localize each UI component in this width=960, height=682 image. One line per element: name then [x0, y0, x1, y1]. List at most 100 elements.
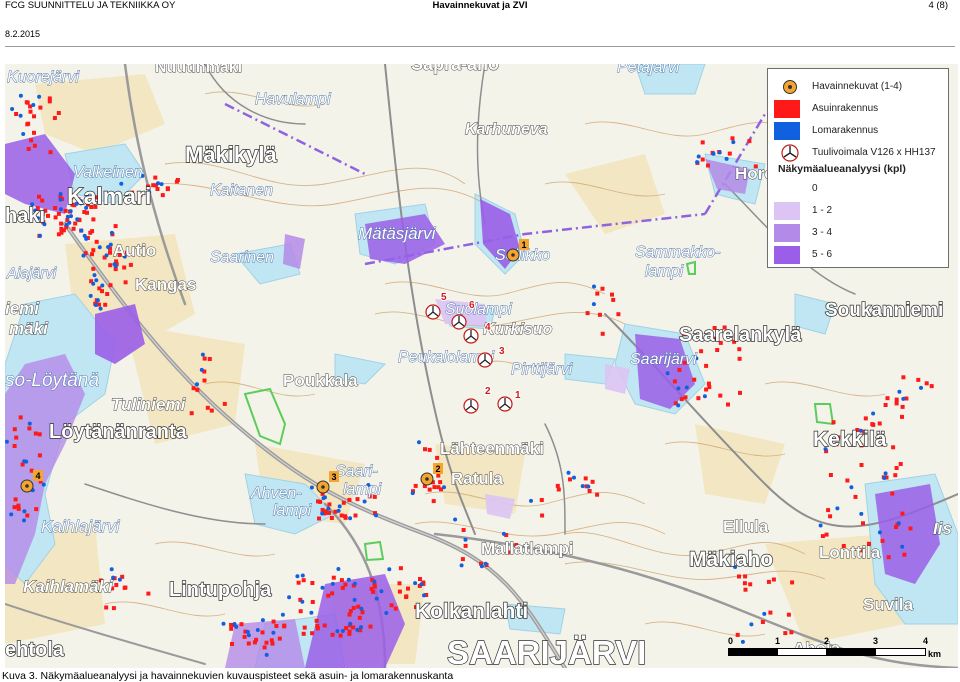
asuinrakennus-point [347, 629, 352, 634]
asuinrakennus-point [595, 492, 600, 497]
legend-label-turbine: Tuulivoimala V126 x HH137 [812, 147, 936, 158]
lomarakennus-point [459, 563, 464, 568]
asuinrakennus-point [341, 500, 346, 505]
asuinrakennus-point [894, 401, 899, 406]
asuinrakennus-point [894, 466, 899, 470]
lomarakennus-point [221, 621, 226, 626]
asuinrakennus-point [56, 211, 61, 216]
asuinrakennus-point [14, 112, 19, 116]
lomarakennus-point [320, 511, 325, 516]
asuinrakennus-point [301, 631, 306, 636]
legend-row-lomarakennus: Lomarakennus [768, 121, 950, 141]
asuinrakennus-point [726, 402, 730, 407]
asuinrakennus-point [924, 381, 929, 386]
asuinrakennus-point [274, 624, 279, 628]
label-kolkanlahti: Kolkanlahti [415, 600, 528, 623]
lomarakennus-point [413, 581, 418, 586]
lomarakennus-point [326, 506, 331, 511]
asuinrakennus-point [828, 473, 833, 477]
asuinrakennus-point [310, 600, 315, 604]
legend-class-1-2-label: 1 - 2 [812, 205, 833, 216]
asuinrakennus-point [298, 609, 303, 614]
asuinrakennus-point [783, 631, 788, 636]
lomarakennus-point [300, 573, 305, 578]
asuinrakennus-point [900, 404, 905, 409]
asuinrakennus-point [611, 297, 616, 302]
lomarakennus-point [117, 577, 122, 582]
asuinrakennus-point [343, 582, 348, 587]
asuinrakennus-point [271, 619, 276, 624]
label-valkeinen: Valkeinen [73, 164, 143, 181]
asuinrakennus-point [122, 265, 127, 270]
asuinrakennus-point [845, 478, 850, 483]
lomarakennus-point [442, 485, 446, 490]
legend-heading: Näkymäalueanalyysi (kpl) [778, 163, 906, 175]
lomarakennus-point [665, 371, 670, 376]
lomarakennus-point [711, 151, 716, 156]
asuinrakennus-point [90, 252, 94, 257]
lomarakennus-point [41, 482, 46, 487]
asuinrakennus-point [322, 623, 327, 628]
lomarakennus-point [417, 440, 421, 445]
asuinrakennus-point [432, 485, 437, 490]
asuinrakennus-point [568, 477, 572, 482]
label-poukkala: Poukkala [283, 371, 358, 390]
lomarakennus-point [696, 154, 701, 159]
asuinrakennus-point [59, 230, 64, 235]
asuinrakennus-point [595, 291, 600, 296]
asuinrakennus-point [853, 494, 858, 499]
asuinrakennus-point [53, 215, 58, 220]
asuinrakennus-point [766, 579, 771, 584]
lomarakennus-point [18, 113, 23, 118]
asuinrakennus-point [397, 589, 402, 594]
asuinrakennus-point [28, 109, 33, 114]
label-nuutinmaki: Nuutinmäki [155, 64, 242, 76]
scale-tick-4: 4 [923, 636, 929, 646]
asuinrakennus-point [339, 513, 344, 518]
asuinrakennus-point [357, 615, 362, 620]
asuinrakennus-point [743, 587, 748, 592]
asuinrakennus-point [209, 408, 214, 413]
lomarakennus-point [676, 386, 681, 391]
asuinrakennus-point [111, 606, 116, 611]
document-title: Havainnekuvat ja ZVI [432, 0, 528, 11]
asuinrakennus-point [16, 506, 21, 511]
blue-square-icon [774, 122, 800, 140]
lomarakennus-point [195, 382, 199, 387]
asuinrakennus-point [310, 581, 315, 585]
page-number: 4 (8) [928, 0, 948, 11]
legend-label-lomarakennus: Lomarakennus [812, 125, 879, 136]
class-5-6-swatch [774, 246, 800, 264]
lomarakennus-point [882, 476, 887, 480]
label-kaihlajarvi: Kaihlajärvi [41, 517, 121, 536]
asuinrakennus-point [600, 331, 605, 336]
lomarakennus-point [877, 530, 882, 535]
legend-row-viewpoint: Havainnekuvat (1-4) [768, 77, 950, 97]
asuinrakennus-point [123, 280, 128, 285]
asuinrakennus-point [360, 610, 365, 615]
asuinrakennus-point [330, 632, 335, 637]
asuinrakennus-point [556, 487, 561, 492]
asuinrakennus-point [435, 455, 440, 460]
asuinrakennus-point [12, 505, 17, 510]
lomarakennus-point [232, 622, 237, 626]
lomarakennus-point [372, 579, 377, 584]
scale-tick-0: 0 [728, 636, 734, 646]
asuinrakennus-point [301, 578, 306, 583]
asuinrakennus-point [790, 580, 795, 585]
label-pirttijarvi: Pirttijärvi [511, 361, 573, 378]
label-lonttila: Lonttila [819, 543, 881, 562]
viewpoint-number-4: 4 [36, 471, 41, 481]
lomarakennus-point [100, 283, 105, 288]
label-tuliniemi: Tuliniemi [111, 395, 187, 414]
asuinrakennus-point [826, 508, 831, 513]
lomarakennus-point [762, 611, 767, 616]
lomarakennus-point [199, 367, 204, 372]
asuinrakennus-point [63, 208, 68, 213]
lomarakennus-point [335, 629, 340, 634]
asuinrakennus-point [191, 386, 196, 391]
asuinrakennus-point [26, 147, 31, 151]
asuinrakennus-point [883, 403, 888, 407]
asuinrakennus-point [174, 179, 179, 184]
asuinrakennus-point [59, 221, 64, 226]
